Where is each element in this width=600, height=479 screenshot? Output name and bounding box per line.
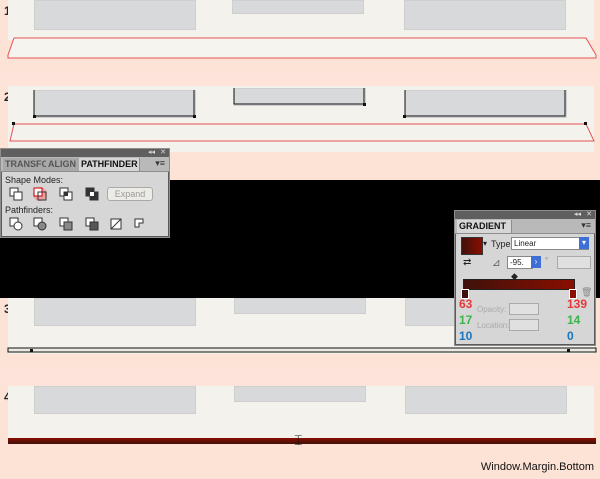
type-label: Type: — [491, 239, 514, 249]
pathfinders-label: Pathfinders: — [5, 205, 54, 215]
type-select[interactable]: Linear — [511, 237, 589, 250]
pathfinder-panel: ◂◂ ✕ TRANSFO ALIGN PATHFINDER ▾≡ Shape M… — [0, 148, 170, 238]
close-icon[interactable]: ✕ — [586, 210, 592, 218]
panel-menu-icon[interactable]: ▾≡ — [581, 220, 591, 231]
location-label: Location: — [477, 321, 510, 330]
left-stop-blue: 10 — [459, 329, 473, 343]
minus-back-icon[interactable] — [133, 217, 147, 231]
close-icon[interactable]: ✕ — [160, 148, 166, 156]
tab-align[interactable]: ALIGN — [46, 158, 81, 171]
left-stop-red: 63 — [459, 297, 473, 311]
left-stop-green: 17 — [459, 313, 473, 327]
exclude-icon[interactable] — [85, 187, 99, 201]
right-stop-green: 14 — [567, 313, 581, 327]
angle-input[interactable]: -95. — [507, 256, 533, 269]
opacity-input[interactable] — [509, 303, 539, 315]
angle-icon: ◿ — [493, 258, 500, 267]
tab-pathfinder[interactable]: PATHFINDER — [79, 158, 140, 171]
minus-front-icon[interactable] — [33, 187, 47, 201]
gradient-slider[interactable] — [463, 279, 575, 290]
opacity-label: Opacity: — [477, 305, 507, 314]
trim-icon[interactable] — [33, 217, 47, 231]
intersect-icon[interactable] — [59, 187, 73, 201]
select-arrow-icon[interactable]: ▾ — [579, 237, 589, 249]
unite-icon[interactable] — [9, 187, 23, 201]
shape-modes-label: Shape Modes: — [5, 175, 64, 185]
step-1-section: 1. — [0, 0, 600, 72]
crop-icon[interactable] — [85, 217, 99, 231]
tab-transform[interactable]: TRANSFO — [3, 158, 49, 171]
panel-titlebar[interactable]: ◂◂ ✕ — [455, 211, 595, 219]
merge-icon[interactable] — [59, 217, 73, 231]
collapse-icon[interactable]: ◂◂ — [148, 148, 155, 156]
reverse-gradient-icon[interactable]: ⇄ — [463, 257, 471, 268]
gradient-panel: ◂◂ ✕ GRADIENT ▾≡ ▾ Type: Linear ▾ ⇄ ◿ -9… — [454, 210, 596, 346]
swatch-dropdown-icon[interactable]: ▾ — [483, 239, 487, 248]
divide-icon[interactable] — [9, 217, 23, 231]
panel-menu-icon[interactable]: ▾≡ — [155, 158, 165, 169]
angle-dropdown-icon[interactable]: › — [531, 256, 541, 268]
aspect-input[interactable] — [557, 256, 591, 269]
aspect-ratio-icon: ° — [545, 256, 549, 265]
right-stop-blue: 0 — [567, 329, 574, 343]
right-stop-red: 139 — [567, 297, 588, 311]
panel-titlebar[interactable]: ◂◂ ✕ — [1, 149, 169, 157]
expand-button[interactable]: Expand — [107, 187, 153, 201]
panel-tabbar: GRADIENT ▾≡ — [455, 219, 595, 234]
collapse-icon[interactable]: ◂◂ — [574, 210, 581, 218]
outline-icon[interactable] — [109, 217, 123, 231]
caption: Window.Margin.Bottom — [480, 461, 594, 473]
panel-tabbar: TRANSFO ALIGN PATHFINDER ▾≡ — [1, 157, 169, 172]
gradient-tool-cursor-icon: ⌶ — [294, 432, 303, 448]
sill-outline-path — [7, 37, 597, 59]
gradient-swatch[interactable] — [461, 237, 483, 255]
location-input[interactable] — [509, 319, 539, 331]
tab-gradient[interactable]: GRADIENT — [457, 220, 512, 233]
